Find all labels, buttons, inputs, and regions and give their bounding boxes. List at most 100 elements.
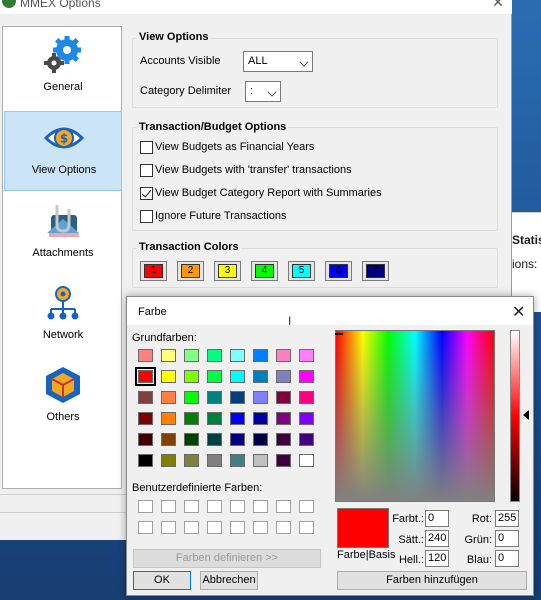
basic-color-swatch[interactable] xyxy=(207,370,222,383)
basic-color-swatch[interactable] xyxy=(276,349,291,362)
add-color-button[interactable]: Farben hinzufügen xyxy=(337,571,527,590)
cancel-button[interactable]: Abbrechen xyxy=(200,571,258,590)
luminance-slider[interactable] xyxy=(510,330,520,502)
basic-color-swatch[interactable] xyxy=(276,370,291,383)
basic-color-swatch[interactable] xyxy=(253,412,268,425)
transaction-color-button-6[interactable]: 6 xyxy=(325,261,352,281)
slider-arrow-icon[interactable] xyxy=(523,410,529,420)
accounts-visible-select[interactable]: ALL xyxy=(243,51,313,72)
basic-color-swatch[interactable] xyxy=(253,370,268,383)
basic-color-swatch[interactable] xyxy=(207,349,222,362)
custom-color-swatch[interactable] xyxy=(276,521,291,534)
basic-color-swatch[interactable] xyxy=(161,433,176,446)
basic-color-swatch[interactable] xyxy=(184,349,199,362)
basic-color-swatch[interactable] xyxy=(276,454,291,467)
basic-color-swatch[interactable] xyxy=(299,412,314,425)
custom-color-swatch[interactable] xyxy=(207,521,222,534)
ok-button[interactable]: OK xyxy=(133,571,191,590)
basic-color-swatch[interactable] xyxy=(276,412,291,425)
sidebar-item-others[interactable]: Others xyxy=(4,359,122,439)
basic-color-swatch[interactable] xyxy=(276,391,291,404)
basic-color-swatch[interactable] xyxy=(207,433,222,446)
transaction-color-button-2[interactable]: 2 xyxy=(177,261,204,281)
basic-color-swatch[interactable] xyxy=(230,454,245,467)
basic-color-swatch[interactable] xyxy=(299,433,314,446)
ignore-future-checkbox[interactable] xyxy=(140,210,153,223)
transaction-color-button-4[interactable]: 4 xyxy=(251,261,278,281)
basic-color-swatch[interactable] xyxy=(299,454,314,467)
basic-color-swatch[interactable] xyxy=(184,454,199,467)
sidebar-item-general[interactable]: General xyxy=(4,29,122,109)
custom-color-swatch[interactable] xyxy=(161,521,176,534)
category-delimiter-select[interactable]: : xyxy=(245,81,281,102)
basic-color-swatch[interactable] xyxy=(253,454,268,467)
transaction-color-button-5[interactable]: 5 xyxy=(288,261,315,281)
red-field[interactable]: 255 xyxy=(495,510,519,527)
close-icon[interactable]: ✕ xyxy=(490,0,506,10)
basic-color-swatch[interactable] xyxy=(207,391,222,404)
financial-years-checkbox[interactable] xyxy=(140,141,153,154)
custom-color-swatch[interactable] xyxy=(138,500,153,513)
luminance-field[interactable]: 120 xyxy=(425,550,449,567)
custom-color-swatch[interactable] xyxy=(276,500,291,513)
basic-color-swatch[interactable] xyxy=(230,370,245,383)
basic-color-swatch[interactable] xyxy=(207,454,222,467)
green-field[interactable]: 0 xyxy=(495,530,519,547)
transaction-color-button-1[interactable]: 1 xyxy=(140,261,167,281)
custom-color-swatch[interactable] xyxy=(253,521,268,534)
basic-color-swatch[interactable] xyxy=(161,412,176,425)
saturation-field[interactable]: 240 xyxy=(425,530,449,547)
custom-color-swatch[interactable] xyxy=(161,500,176,513)
category-summaries-checkbox[interactable] xyxy=(140,187,153,200)
basic-color-swatch[interactable] xyxy=(230,433,245,446)
sidebar-item-attachments[interactable]: Attachments xyxy=(4,195,122,275)
basic-color-swatch[interactable] xyxy=(230,391,245,404)
basic-color-swatch[interactable] xyxy=(161,391,176,404)
sidebar-item-network[interactable]: Network xyxy=(4,277,122,357)
basic-color-swatch[interactable] xyxy=(253,391,268,404)
transfer-transactions-checkbox[interactable] xyxy=(140,164,153,177)
blue-field[interactable]: 0 xyxy=(495,550,519,567)
basic-color-swatch[interactable] xyxy=(161,349,176,362)
basic-color-swatch[interactable] xyxy=(138,412,153,425)
basic-color-swatch[interactable] xyxy=(253,433,268,446)
custom-color-swatch[interactable] xyxy=(184,521,199,534)
transaction-color-button-3[interactable]: 3 xyxy=(214,261,241,281)
color-spectrum[interactable] xyxy=(335,330,495,502)
basic-color-swatch[interactable] xyxy=(184,412,199,425)
basic-color-swatch[interactable] xyxy=(135,367,156,386)
custom-color-swatch[interactable] xyxy=(299,521,314,534)
basic-color-swatch[interactable] xyxy=(230,412,245,425)
sidebar-item-view-options[interactable]: $ View Options xyxy=(4,111,122,191)
basic-color-swatch[interactable] xyxy=(276,433,291,446)
close-icon[interactable]: ✕ xyxy=(512,302,525,322)
basic-color-swatch[interactable] xyxy=(253,349,268,362)
basic-color-swatch[interactable] xyxy=(138,433,153,446)
basic-color-swatch[interactable] xyxy=(138,391,153,404)
hue-field[interactable]: 0 xyxy=(425,510,449,527)
custom-color-swatch[interactable] xyxy=(184,500,199,513)
custom-color-swatch[interactable] xyxy=(253,500,268,513)
basic-color-swatch[interactable] xyxy=(230,349,245,362)
basic-color-swatch[interactable] xyxy=(184,433,199,446)
basic-color-swatch[interactable] xyxy=(207,412,222,425)
basic-color-swatch[interactable] xyxy=(299,349,314,362)
options-sidebar: General $ View Options Attachments Netwo… xyxy=(2,26,122,489)
custom-color-swatch[interactable] xyxy=(138,521,153,534)
custom-color-swatch[interactable] xyxy=(207,500,222,513)
basic-color-swatch[interactable] xyxy=(184,391,199,404)
basic-color-swatch[interactable] xyxy=(161,454,176,467)
basic-color-swatch[interactable] xyxy=(184,370,199,383)
basic-color-swatch[interactable] xyxy=(299,391,314,404)
define-colors-button[interactable]: Farben definieren >> xyxy=(133,549,321,568)
basic-color-swatch[interactable] xyxy=(138,349,153,362)
basic-color-swatch[interactable] xyxy=(299,370,314,383)
custom-color-swatch[interactable] xyxy=(230,521,245,534)
cube-icon xyxy=(46,367,80,403)
custom-color-swatch[interactable] xyxy=(230,500,245,513)
transaction-color-button-7[interactable]: 7 xyxy=(362,261,389,281)
basic-color-swatch[interactable] xyxy=(138,454,153,467)
custom-color-swatch[interactable] xyxy=(299,500,314,513)
sidebar-item-label: Others xyxy=(46,411,80,423)
basic-color-swatch[interactable] xyxy=(161,370,176,383)
